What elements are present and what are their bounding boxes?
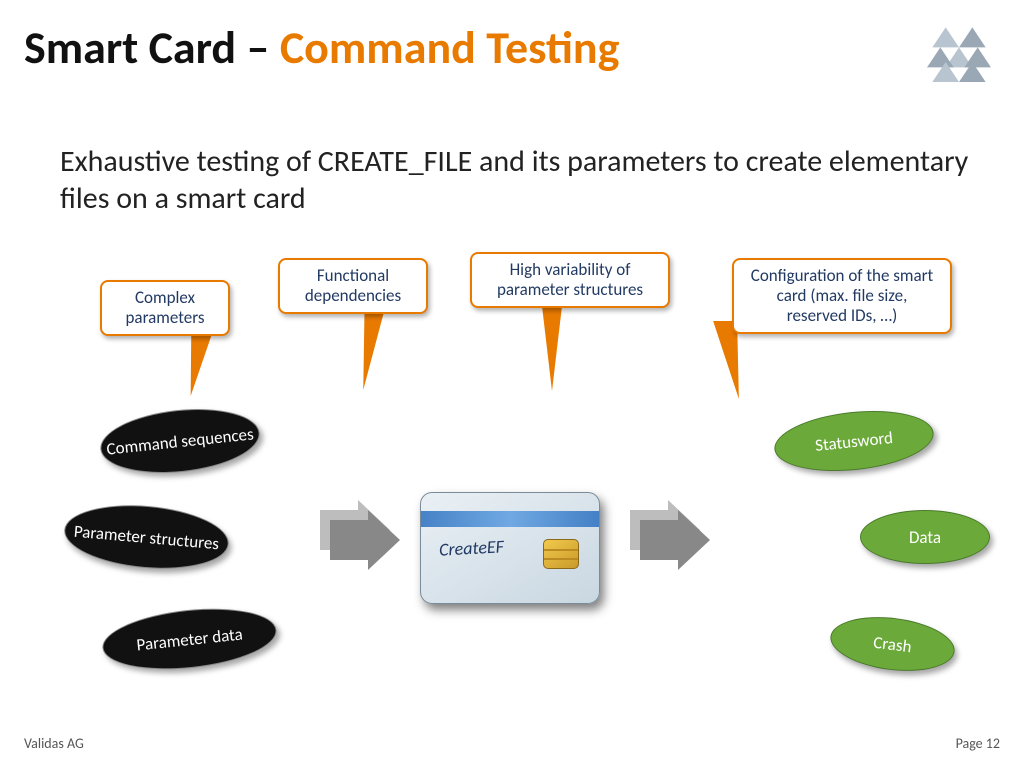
- ellipse-label: Statusword: [814, 426, 894, 455]
- slide: Smart Card – Command Testing Exhaustive …: [0, 0, 1024, 768]
- callout-complex-parameters: Complex parameters: [100, 280, 230, 336]
- page-title: Smart Card – Command Testing: [24, 20, 619, 76]
- ellipse-parameter-structures: Parameter structures: [62, 499, 232, 575]
- arrow-right-icon: [640, 510, 710, 570]
- subtitle: Exhaustive testing of CREATE_FILE and it…: [60, 144, 988, 217]
- ellipse-label: Parameter structures: [73, 520, 220, 554]
- title-part1: Smart Card –: [24, 20, 280, 76]
- ellipse-command-sequences: Command sequences: [97, 402, 263, 480]
- smart-card-graphic: CreateEF: [420, 492, 600, 604]
- card-label: CreateEF: [438, 535, 504, 560]
- ellipse-label: Crash: [872, 631, 913, 657]
- callout-configuration: Configuration of the smart card (max. fi…: [732, 258, 952, 334]
- ellipse-data: Data: [860, 510, 990, 564]
- logo-icon: [924, 24, 994, 84]
- ellipse-label: Parameter data: [135, 623, 243, 655]
- ellipse-crash: Crash: [827, 611, 957, 678]
- card-stripe: [421, 511, 599, 527]
- ellipse-label: Data: [909, 527, 941, 548]
- footer-page: Page 12: [956, 735, 1000, 752]
- ellipse-label: Command sequences: [105, 423, 254, 459]
- ellipse-parameter-data: Parameter data: [99, 601, 279, 677]
- callout-functional-dependencies: Functional dependencies: [278, 258, 428, 314]
- footer-company: Validas AG: [24, 735, 84, 752]
- arrow-right-icon: [330, 510, 400, 570]
- title-part2: Command Testing: [280, 20, 620, 76]
- ellipse-statusword: Statusword: [771, 404, 936, 478]
- callout-high-variability: High variability of parameter structures: [470, 252, 670, 308]
- chip-icon: [543, 539, 579, 569]
